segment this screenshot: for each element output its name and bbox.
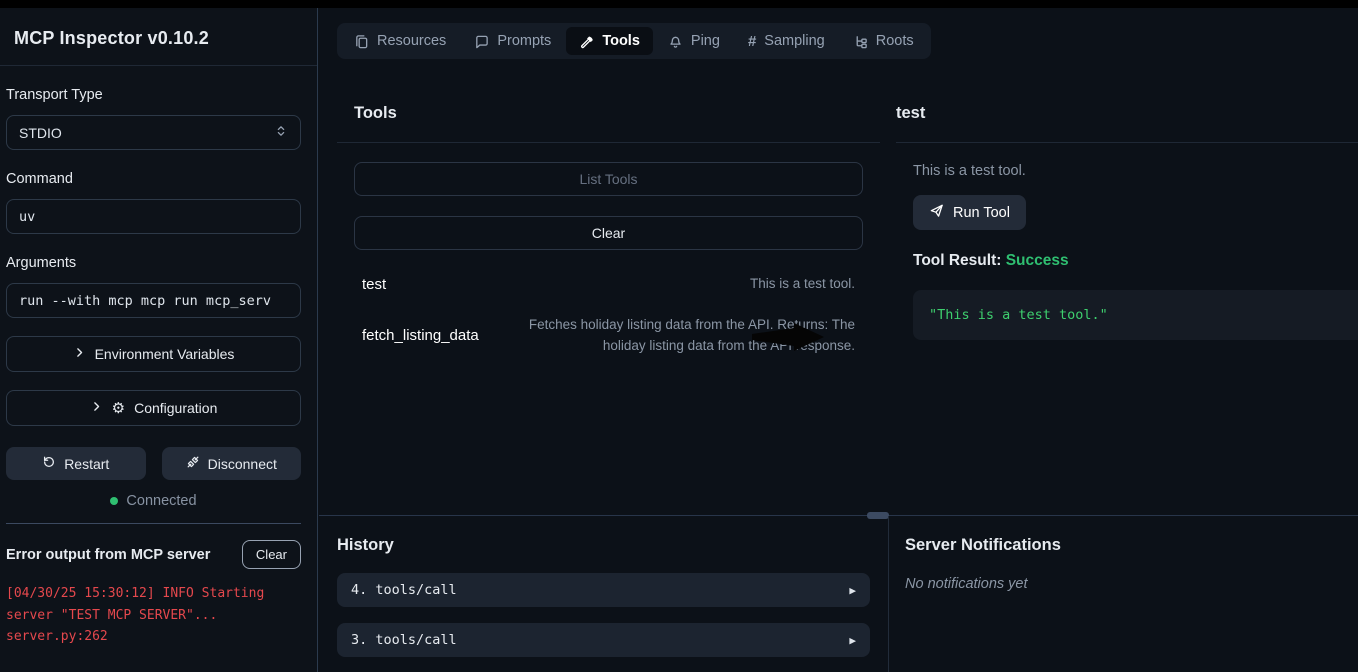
run-tool-label: Run Tool [953, 205, 1010, 221]
tab-prompts[interactable]: Prompts [461, 27, 564, 55]
main-area: Resources Prompts Tools Ping [319, 8, 1358, 672]
files-icon [354, 34, 369, 49]
chat-bubble-icon [474, 34, 489, 49]
connection-status: Connected [6, 493, 301, 509]
arguments-input[interactable] [6, 283, 301, 318]
gear-icon: ⚙ [112, 401, 125, 416]
error-output-header: Error output from MCP server Clear [6, 540, 301, 569]
transport-select[interactable]: STDIO [6, 115, 301, 150]
error-log-line: [04/30/25 15:30:12] INFO Starting [6, 583, 301, 605]
window-top-strip [0, 0, 1358, 8]
error-log: [04/30/25 15:30:12] INFO Starting server… [6, 583, 301, 648]
tools-actions: List Tools Clear [337, 162, 880, 250]
run-tool-button[interactable]: Run Tool [913, 195, 1026, 230]
error-clear-button[interactable]: Clear [242, 540, 301, 569]
sidebar: MCP Inspector v0.10.2 Transport Type STD… [0, 8, 318, 672]
tools-list: test This is a test tool. fetch_listing_… [337, 274, 880, 357]
vertical-split-divider [888, 516, 889, 672]
sidebar-body: Transport Type STDIO Command Arguments E… [0, 87, 317, 648]
tool-description: This is a test tool. [750, 274, 855, 295]
transport-select-value: STDIO [19, 125, 62, 141]
history-panel: History 4. tools/call ▶ 3. tools/call ▶ [337, 536, 870, 657]
command-label: Command [6, 171, 301, 187]
send-icon [929, 203, 944, 222]
tab-roots[interactable]: Roots [840, 27, 927, 55]
environment-variables-toggle[interactable]: Environment Variables [6, 336, 301, 372]
history-item-label: 4. tools/call [351, 582, 457, 598]
restart-button[interactable]: Restart [6, 447, 146, 480]
clear-tools-button[interactable]: Clear [354, 216, 863, 250]
tools-panel-divider [337, 142, 880, 143]
server-notifications-panel: Server Notifications No notifications ye… [905, 536, 1342, 592]
hammer-icon [579, 34, 594, 49]
updown-chevron-icon [274, 124, 288, 141]
history-item[interactable]: 3. tools/call ▶ [337, 623, 870, 657]
tool-result-status: Success [1006, 252, 1069, 269]
tool-row-fetch-listing-data[interactable]: fetch_listing_data Fetches holiday listi… [362, 315, 855, 357]
tool-name[interactable]: test [362, 276, 386, 293]
tab-resources[interactable]: Resources [341, 27, 459, 55]
sidebar-divider [6, 523, 301, 524]
disconnect-label: Disconnect [208, 456, 277, 472]
tab-sampling[interactable]: # Sampling [735, 27, 838, 55]
chevron-right-icon [73, 346, 86, 362]
expand-triangle-icon[interactable]: ▶ [849, 634, 856, 647]
mcp-inspector-app: MCP Inspector v0.10.2 Transport Type STD… [0, 0, 1358, 672]
tool-detail-description: This is a test tool. [913, 163, 1358, 179]
tab-label: Sampling [764, 33, 824, 49]
tool-name[interactable]: fetch_listing_data [362, 327, 479, 344]
connected-dot-icon [110, 497, 118, 505]
tool-detail-divider [896, 142, 1358, 143]
tab-label: Tools [602, 33, 640, 49]
tool-description: Fetches holiday listing data from the AP… [507, 315, 855, 357]
disconnect-button[interactable]: Disconnect [162, 447, 302, 480]
tab-label: Ping [691, 33, 720, 49]
connection-status-text: Connected [126, 493, 196, 509]
tool-detail-title: test [896, 104, 1358, 123]
configuration-label: Configuration [134, 400, 217, 416]
tool-detail-panel: test This is a test tool. Run Tool Tool … [896, 104, 1358, 340]
transport-type-label: Transport Type [6, 87, 301, 103]
error-log-line: server "TEST MCP SERVER"... [6, 605, 301, 627]
bell-icon [668, 34, 683, 49]
history-item-label: 3. tools/call [351, 632, 457, 648]
history-title: History [337, 536, 870, 555]
restart-icon [42, 455, 56, 472]
arguments-label: Arguments [6, 255, 301, 271]
tools-panel-title: Tools [354, 104, 880, 123]
unplug-icon [186, 455, 200, 472]
tab-ping[interactable]: Ping [655, 27, 733, 55]
restart-label: Restart [64, 456, 109, 472]
tool-row-test[interactable]: test This is a test tool. [362, 274, 855, 295]
tab-bar: Resources Prompts Tools Ping [337, 23, 931, 59]
tool-result-label-text: Tool Result: [913, 252, 1001, 269]
error-log-line: server.py:262 [6, 626, 301, 648]
environment-variables-label: Environment Variables [95, 346, 235, 362]
command-input[interactable] [6, 199, 301, 234]
tab-label: Prompts [497, 33, 551, 49]
server-notifications-title: Server Notifications [905, 536, 1342, 555]
tool-result-output: "This is a test tool." [913, 290, 1358, 340]
no-notifications-message: No notifications yet [905, 576, 1342, 592]
tab-label: Roots [876, 33, 914, 49]
tab-label: Resources [377, 33, 446, 49]
horizontal-split-divider [319, 515, 1358, 516]
expand-triangle-icon[interactable]: ▶ [849, 584, 856, 597]
tab-tools[interactable]: Tools [566, 27, 653, 55]
tools-panel: Tools List Tools Clear test This is a te… [337, 104, 880, 357]
hash-icon: # [748, 34, 756, 49]
chevron-right-icon [90, 400, 103, 416]
connection-buttons: Restart Disconnect [6, 447, 301, 480]
tree-icon [853, 34, 868, 49]
app-title: MCP Inspector v0.10.2 [0, 8, 317, 66]
configuration-toggle[interactable]: ⚙ Configuration [6, 390, 301, 426]
tool-result-label: Tool Result: Success [913, 252, 1358, 270]
history-item[interactable]: 4. tools/call ▶ [337, 573, 870, 607]
list-tools-button[interactable]: List Tools [354, 162, 863, 196]
error-output-title: Error output from MCP server [6, 547, 210, 563]
resize-handle[interactable] [867, 512, 889, 519]
